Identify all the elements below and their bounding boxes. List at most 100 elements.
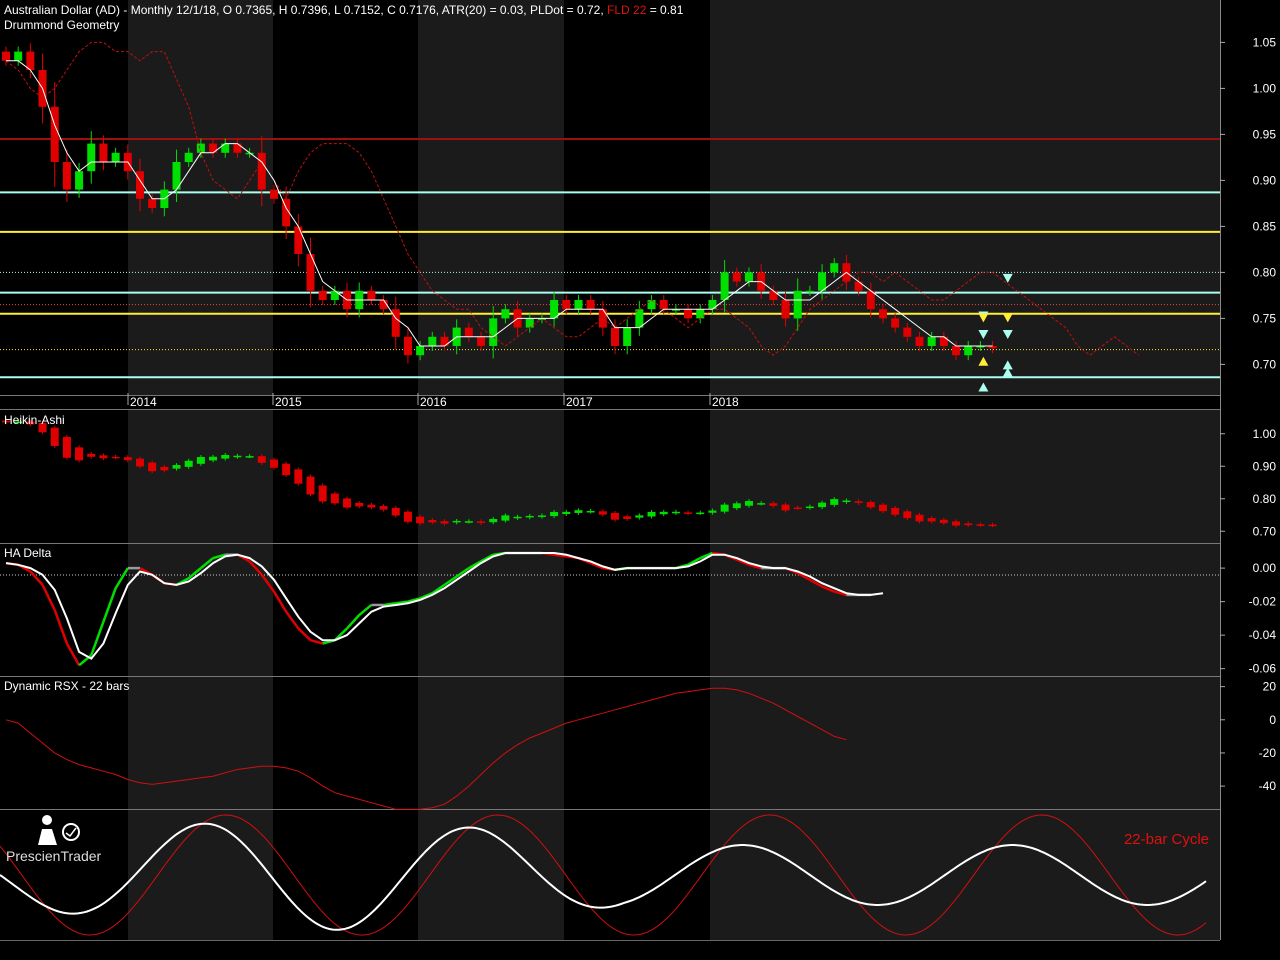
price-candle: [647, 295, 656, 315]
year-band: [710, 676, 1220, 809]
candle-body: [196, 457, 205, 464]
candle-body: [720, 504, 729, 512]
ha-candle: [330, 491, 339, 506]
candle-body: [440, 336, 449, 346]
ha-tick-label: 0.80: [1253, 492, 1277, 506]
price-candle: [403, 328, 412, 364]
rsx-tick-label: 0: [1269, 713, 1276, 727]
candle-body: [14, 51, 23, 61]
price-candle: [574, 295, 583, 315]
candle-body: [428, 519, 437, 523]
candle-body: [903, 327, 912, 337]
candle-body: [574, 510, 583, 513]
candle-body: [111, 152, 120, 162]
price-tick-label: 0.95: [1253, 127, 1277, 141]
ha-candle: [684, 510, 693, 516]
candle-body: [294, 469, 303, 484]
candle-body: [50, 427, 59, 447]
candle-body: [830, 263, 839, 273]
candle-body: [598, 511, 607, 515]
candle-body: [769, 503, 778, 506]
price-candle: [635, 300, 644, 336]
candle-body: [269, 459, 278, 468]
candle-body: [696, 512, 705, 515]
candle-body: [379, 506, 388, 510]
candle-body: [708, 510, 717, 513]
ha-candle: [379, 504, 388, 512]
candle-body: [294, 226, 303, 254]
ha-candle: [403, 509, 412, 524]
candle-body: [818, 272, 827, 291]
candle-body: [647, 511, 656, 517]
candle-body: [818, 502, 827, 508]
candle-body: [793, 507, 802, 509]
ha-candle: [598, 509, 607, 517]
candle-body: [964, 523, 973, 526]
price-candle: [598, 300, 607, 336]
candle-body: [781, 504, 790, 511]
year-band: [418, 409, 564, 543]
candle-body: [720, 272, 729, 300]
candle-body: [805, 506, 814, 509]
candle-body: [428, 336, 437, 346]
candle-body: [343, 498, 352, 508]
candle-body: [757, 503, 766, 505]
ha-candle: [696, 510, 705, 515]
candle-body: [245, 456, 254, 458]
year-band: [710, 409, 1220, 543]
candle-body: [939, 519, 948, 524]
candle-body: [903, 511, 912, 519]
candle-body: [854, 501, 863, 503]
candle-body: [952, 521, 961, 526]
candle-body: [148, 198, 157, 208]
ha-candle: [635, 513, 644, 520]
price-tick-label: 0.70: [1253, 357, 1277, 371]
candle-body: [623, 516, 632, 519]
candle-body: [611, 327, 619, 346]
candle-body: [75, 171, 84, 190]
candle-body: [233, 143, 242, 153]
candle-body: [854, 281, 863, 291]
candle-body: [586, 300, 595, 310]
price-candle: [623, 319, 632, 355]
candle-body: [416, 516, 425, 524]
year-band: [418, 809, 564, 940]
candle-body: [866, 290, 875, 310]
candle-body: [915, 514, 924, 522]
candle-body: [988, 524, 997, 527]
candle-body: [306, 476, 315, 495]
price-candle: [611, 319, 619, 355]
chart-title: Australian Dollar (AD) - Monthly 12/1/18…: [4, 3, 684, 17]
candle-body: [842, 500, 851, 503]
ha-candle: [111, 454, 120, 460]
delta-tick-label: -0.04: [1249, 628, 1277, 642]
ha-candle: [611, 510, 619, 522]
ha-candle: [87, 451, 96, 459]
candle-body: [744, 501, 753, 506]
candle-body: [172, 465, 181, 469]
candle-body: [75, 447, 84, 461]
candle-body: [209, 456, 218, 461]
candle-body: [793, 290, 802, 319]
candle-body: [209, 143, 218, 153]
ha-candle: [282, 461, 291, 478]
rsx-tick-label: -20: [1259, 746, 1277, 760]
delta-tick-label: -0.06: [1249, 662, 1277, 676]
candle-body: [62, 436, 71, 458]
ha-candle: [99, 453, 108, 461]
candle-body: [318, 485, 327, 502]
price-tick-label: 0.90: [1253, 173, 1277, 187]
ha-candle: [586, 509, 595, 514]
ha-candle: [62, 434, 71, 460]
candle-body: [282, 463, 291, 476]
price-candle: [367, 285, 376, 305]
candle-body: [367, 504, 376, 508]
ha-candle: [343, 496, 352, 510]
ha-candle: [367, 502, 376, 510]
price-candle: [50, 81, 59, 187]
candle-body: [501, 309, 510, 319]
year-band: [128, 409, 273, 543]
candle-body: [891, 507, 900, 515]
candle-body: [525, 515, 534, 518]
candle-body: [891, 318, 900, 328]
